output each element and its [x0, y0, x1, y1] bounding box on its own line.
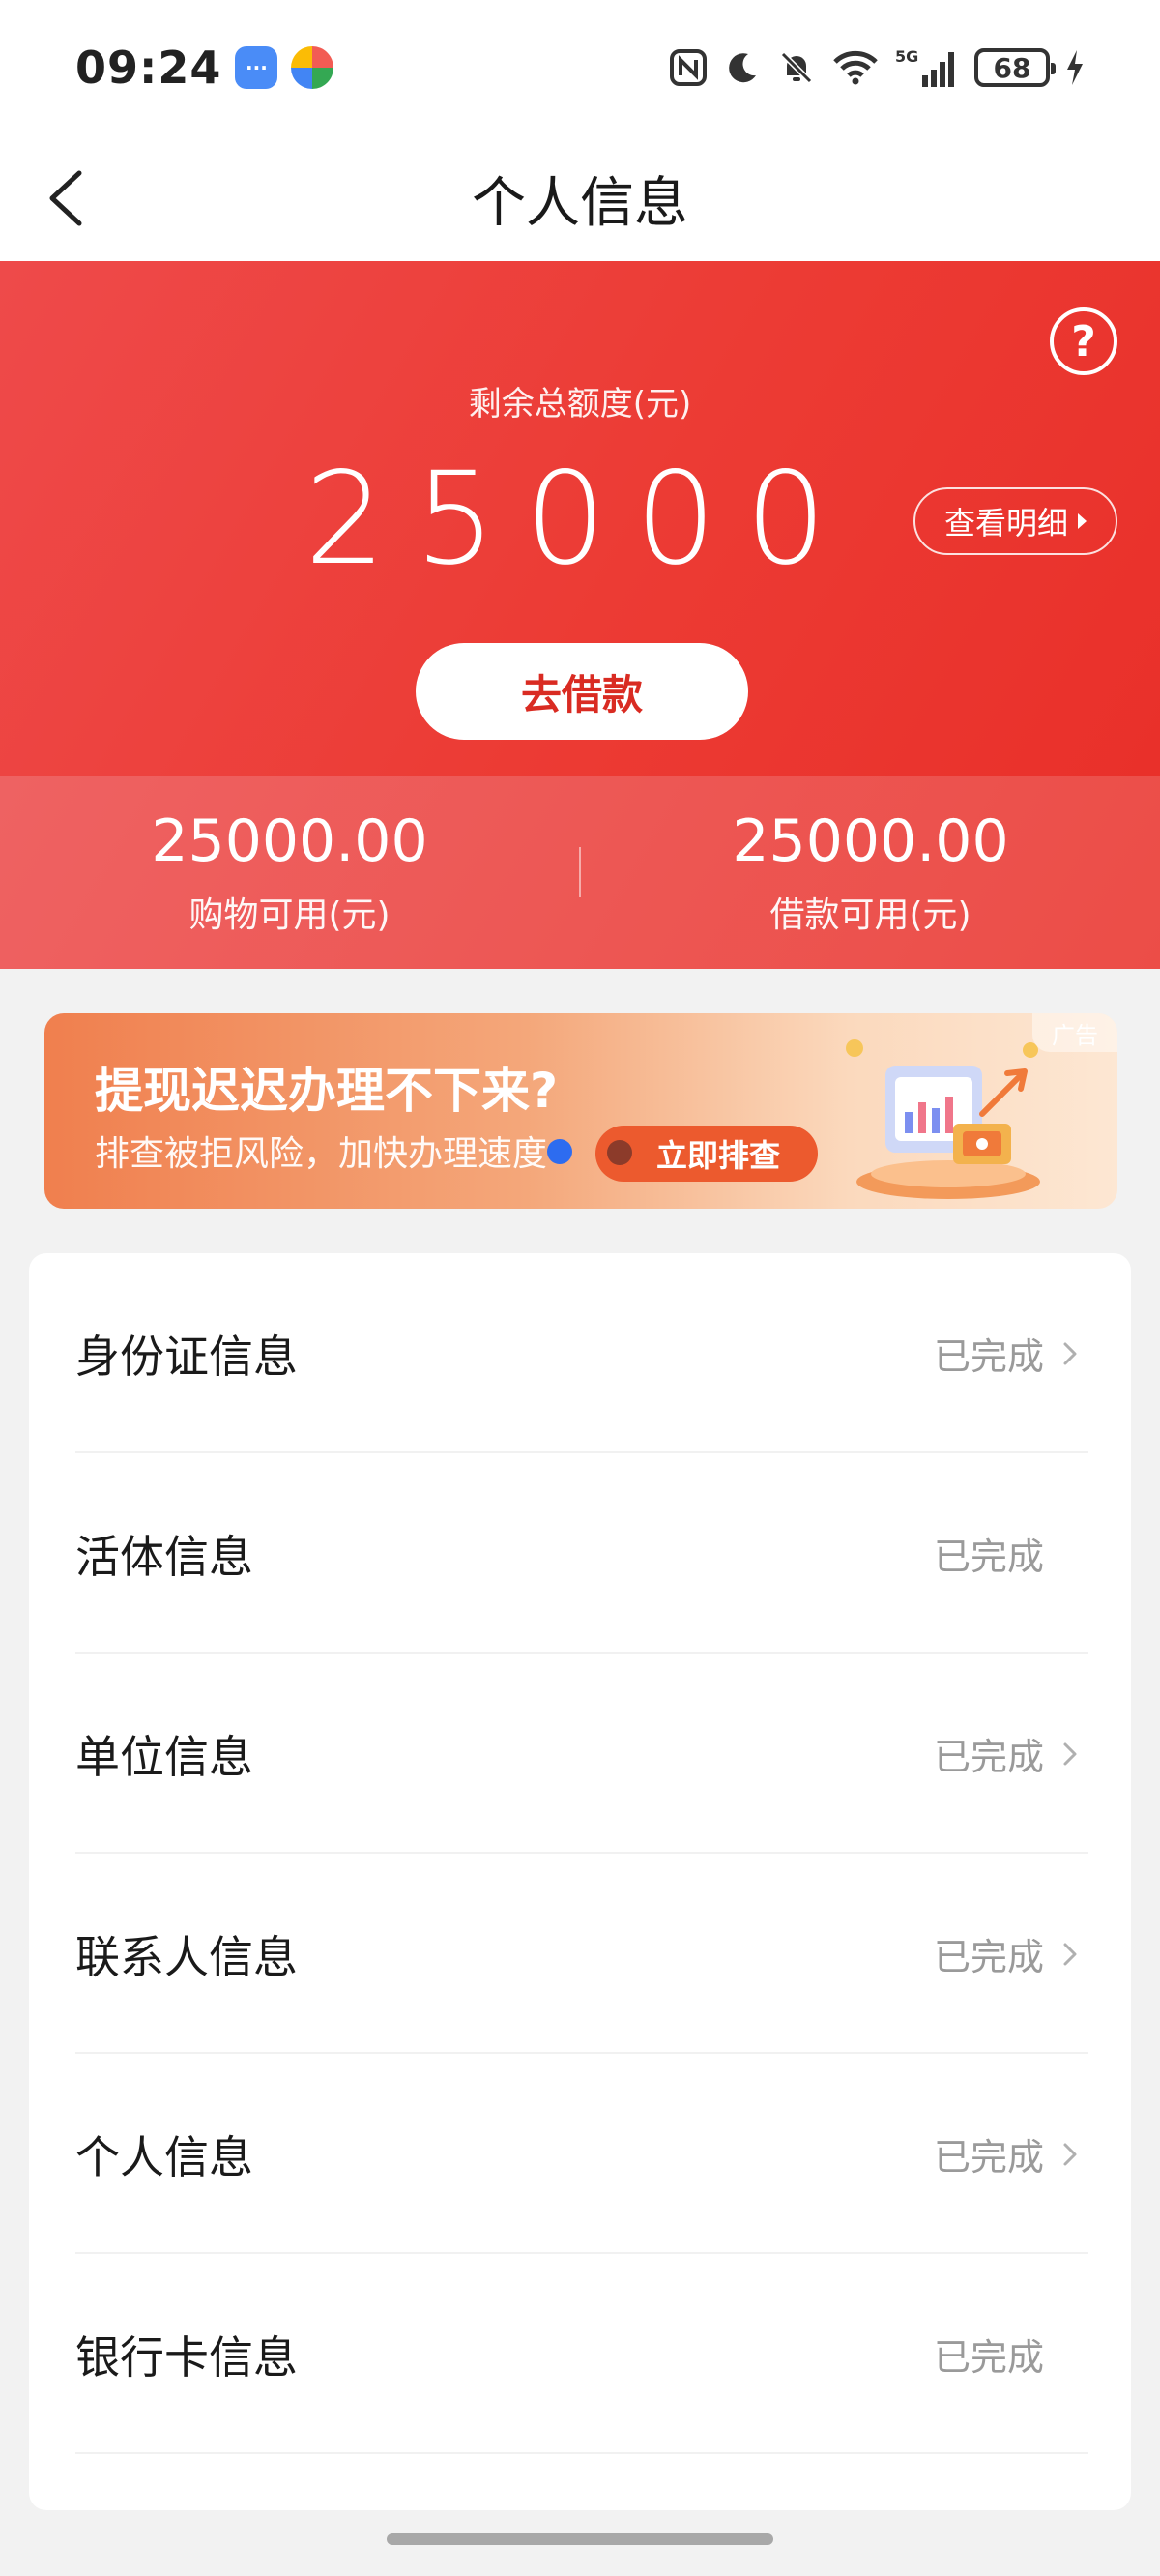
available-limits: 25000.00 购物可用(元) 25000.00 借款可用(元)	[0, 776, 1160, 969]
caret-right-icon	[1078, 513, 1087, 529]
info-status: 已完成	[933, 1536, 1044, 1578]
chevron-right-icon	[1063, 1742, 1077, 1765]
battery-level: 68	[993, 51, 1031, 84]
info-status: 已完成	[933, 2336, 1044, 2379]
help-icon[interactable]: ?	[1050, 307, 1117, 375]
info-row-employer[interactable]: 单位信息 已完成	[29, 1654, 1131, 1854]
battery-icon: 68	[974, 48, 1056, 87]
borrow-button[interactable]: 去借款	[416, 643, 748, 740]
ad-title: 提现迟迟办理不下来?	[95, 1063, 559, 1119]
status-indicators: 5G 68	[669, 46, 1085, 89]
info-status: 已完成	[933, 1936, 1044, 1978]
chevron-right-icon	[1063, 1342, 1077, 1364]
blue-dot-indicator	[547, 1139, 572, 1164]
signal-5g-icon: 5G	[895, 47, 954, 87]
info-label: 活体信息	[75, 1530, 253, 1583]
view-details-button[interactable]: 查看明细	[913, 487, 1117, 555]
ad-banner[interactable]: 提现迟迟办理不下来? 排查被拒风险，加快办理速度 立即排查 广告	[44, 1013, 1117, 1209]
info-list: 身份证信息 已完成 活体信息 已完成 单位信息 已完成 联系人信息 已完成 个人…	[29, 1253, 1131, 2510]
page-title: 个人信息	[472, 171, 688, 235]
shopping-limit-value: 25000.00	[151, 807, 428, 875]
info-label: 个人信息	[75, 2130, 253, 2183]
info-row-liveness[interactable]: 活体信息 已完成	[29, 1453, 1131, 1654]
ad-chart-illustration-icon	[846, 1039, 1040, 1199]
loan-limit-label: 借款可用(元)	[769, 895, 972, 935]
loan-limit: 25000.00 借款可用(元)	[581, 776, 1160, 969]
info-row-id-card[interactable]: 身份证信息 已完成	[29, 1253, 1131, 1453]
info-label: 银行卡信息	[75, 2330, 298, 2384]
info-row-bank-card[interactable]: 银行卡信息 已完成	[29, 2254, 1131, 2454]
info-label: 联系人信息	[75, 1930, 298, 1983]
message-app-icon	[235, 46, 278, 89]
mute-bell-icon	[780, 51, 813, 84]
svg-text:5G: 5G	[895, 47, 918, 66]
chevron-right-icon	[1063, 1943, 1077, 1965]
charging-icon	[1067, 50, 1083, 85]
back-arrow-icon[interactable]	[39, 167, 101, 229]
ad-subtitle: 排查被拒风险，加快办理速度	[95, 1134, 548, 1174]
remaining-credit-label: 剩余总额度(元)	[468, 385, 692, 424]
info-row-personal[interactable]: 个人信息 已完成	[29, 2054, 1131, 2254]
ad-check-now-button[interactable]: 立即排查	[595, 1126, 818, 1182]
info-label: 身份证信息	[75, 1330, 298, 1383]
pinwheel-app-icon	[291, 46, 334, 89]
info-status: 已完成	[933, 1736, 1044, 1778]
status-bar: 09:24 5G 68	[0, 0, 1160, 135]
view-details-label: 查看明细	[943, 505, 1068, 542]
nfc-icon	[670, 49, 707, 86]
ad-tag: 广告	[1032, 1013, 1117, 1052]
info-row-contacts[interactable]: 联系人信息 已完成	[29, 1854, 1131, 2054]
status-time: 09:24	[75, 42, 222, 94]
wifi-icon	[833, 50, 878, 85]
info-status: 已完成	[933, 2136, 1044, 2179]
info-label: 单位信息	[75, 1730, 253, 1783]
home-indicator[interactable]	[387, 2533, 773, 2545]
moon-icon	[729, 53, 756, 83]
credit-hero: ? 剩余总额度(元) 25000 查看明细 去借款	[0, 261, 1160, 776]
info-status: 已完成	[933, 1335, 1044, 1378]
loan-limit-value: 25000.00	[732, 807, 1009, 875]
chevron-right-icon	[1063, 2143, 1077, 2165]
nav-bar: 个人信息	[0, 135, 1160, 261]
shopping-limit-label: 购物可用(元)	[188, 895, 391, 935]
shopping-limit: 25000.00 购物可用(元)	[0, 776, 579, 969]
